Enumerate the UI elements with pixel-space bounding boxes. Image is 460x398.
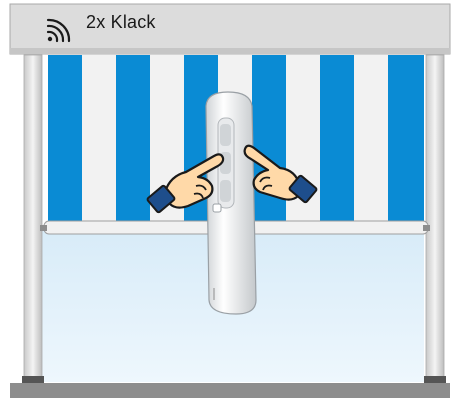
- scene: [9, 3, 451, 398]
- awning-cassette: [9, 3, 451, 55]
- radio-waves-icon: [46, 18, 71, 43]
- floor: [10, 383, 450, 398]
- right-post: [425, 54, 445, 384]
- left-post: [23, 54, 43, 384]
- remote-control: [205, 91, 257, 315]
- signal-caption: 2x Klack: [86, 12, 156, 32]
- awning-illustration: 2x Klack: [0, 0, 460, 398]
